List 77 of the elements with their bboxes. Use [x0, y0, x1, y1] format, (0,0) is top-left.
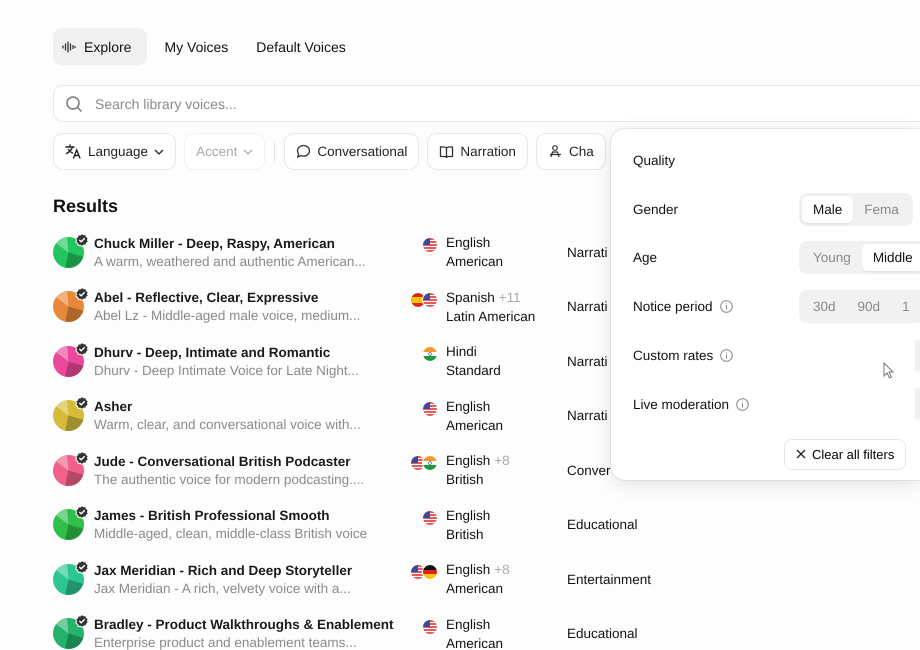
accent-label: American: [446, 581, 504, 596]
category-label: Conver: [567, 462, 611, 478]
filter-chip[interactable]: Conversational: [284, 133, 420, 170]
voice-description: The authentic voice for modern podcasting....: [94, 472, 366, 487]
accent-label: American: [446, 636, 504, 650]
accent-label: British: [446, 526, 484, 542]
language-count: +11: [498, 290, 521, 305]
waveform-icon: [62, 40, 76, 54]
cursor-icon: [883, 362, 895, 379]
language-label: English: [446, 453, 490, 468]
chat-bubble-icon: [296, 144, 312, 159]
results-heading: Results: [53, 196, 118, 217]
translate-icon: [65, 144, 82, 159]
voice-name[interactable]: Abel - Reflective, Clear, Expressive: [94, 290, 406, 306]
voice-description: Abel Lz - Middle-aged male voice, medium...: [94, 308, 362, 324]
language-label: English: [446, 235, 490, 250]
search-icon: [65, 95, 83, 113]
verified-badge-icon: [75, 287, 89, 302]
voice-description: A warm, weathered and authentic American...: [94, 254, 367, 269]
language-label: English: [446, 562, 490, 578]
category-label: Educational: [567, 626, 638, 642]
voice-name[interactable]: Dhurv - Deep, Intimate and Romantic: [94, 344, 406, 360]
category-label: Narrati: [567, 354, 608, 369]
voice-name[interactable]: Bradley - Product Walkthroughs & Enablement: [94, 617, 406, 632]
category-label: Narrati: [567, 408, 608, 424]
language-label: English: [446, 398, 490, 414]
category-label: Narrati: [567, 244, 608, 260]
voice-name[interactable]: James - British Professional Smooth: [94, 508, 406, 524]
verified-badge-icon: [75, 614, 89, 628]
search-field[interactable]: Search library voices...: [53, 85, 920, 122]
filter-chip[interactable]: Language: [53, 133, 176, 170]
accent-label: Standard: [446, 363, 501, 378]
language-label: Hindi: [446, 344, 477, 360]
filter-label: Age: [633, 250, 658, 266]
segment-option[interactable]: Middle: [862, 244, 920, 272]
tab[interactable]: Default Voices: [245, 28, 357, 65]
voice-description: Enterprise product and enablement teams...: [94, 635, 358, 650]
accent-label: Latin American: [446, 308, 536, 324]
accent-label: American: [446, 418, 504, 433]
voice-name[interactable]: Chuck Miller - Deep, Raspy, American: [94, 236, 406, 251]
filter-label: Notice period: [633, 299, 713, 314]
verified-badge-icon: [75, 396, 89, 410]
voice-name[interactable]: Jax Meridian - Rich and Deep Storyteller: [94, 562, 406, 578]
category-label: Educational: [567, 517, 638, 532]
filter-label: Gender: [633, 202, 678, 217]
language-label: Spanish: [446, 290, 495, 305]
verified-badge-icon: [75, 450, 89, 465]
voice-description: Warm, clear, and conversational voice with...: [94, 417, 362, 432]
language-count: +8: [494, 562, 510, 578]
filter-chip[interactable]: Cha: [536, 133, 606, 170]
language-label: English: [446, 616, 490, 632]
voice-description: Jax Meridian - A rich, velvety voice with a...: [94, 580, 352, 596]
filter-label: Custom rates: [633, 348, 714, 364]
tab[interactable]: My Voices: [153, 28, 240, 65]
voice-name[interactable]: Jude - Conversational British Podcaster: [94, 454, 406, 469]
verified-badge-icon: [75, 560, 89, 574]
filter-label: Live moderation: [633, 396, 730, 412]
voice-description: Dhurv - Deep Intimate Voice for Late Night...: [94, 362, 360, 378]
person-icon: [548, 144, 563, 159]
voice-name[interactable]: Asher: [94, 399, 406, 414]
clear-filters-button[interactable]: Clear all filters: [784, 438, 906, 470]
close-icon: [796, 449, 806, 460]
accent-label: British: [446, 472, 484, 488]
language-count: +8: [494, 453, 510, 468]
verified-badge-icon: [75, 342, 89, 356]
category-label: Entertainment: [567, 572, 652, 587]
verified-badge-icon: [75, 505, 89, 520]
accent-label: American: [446, 254, 504, 270]
book-icon: [439, 144, 454, 158]
verified-badge-icon: [75, 232, 89, 247]
voice-description: Middle-aged, clean, middle-class British voice: [94, 526, 368, 542]
language-label: English: [446, 508, 490, 523]
category-label: Narrati: [567, 299, 608, 314]
filter-chip[interactable]: Narration: [427, 133, 528, 170]
filter-label: Quality: [633, 152, 676, 168]
segment-option[interactable]: Male: [802, 196, 854, 223]
tab[interactable]: Explore: [53, 28, 148, 65]
